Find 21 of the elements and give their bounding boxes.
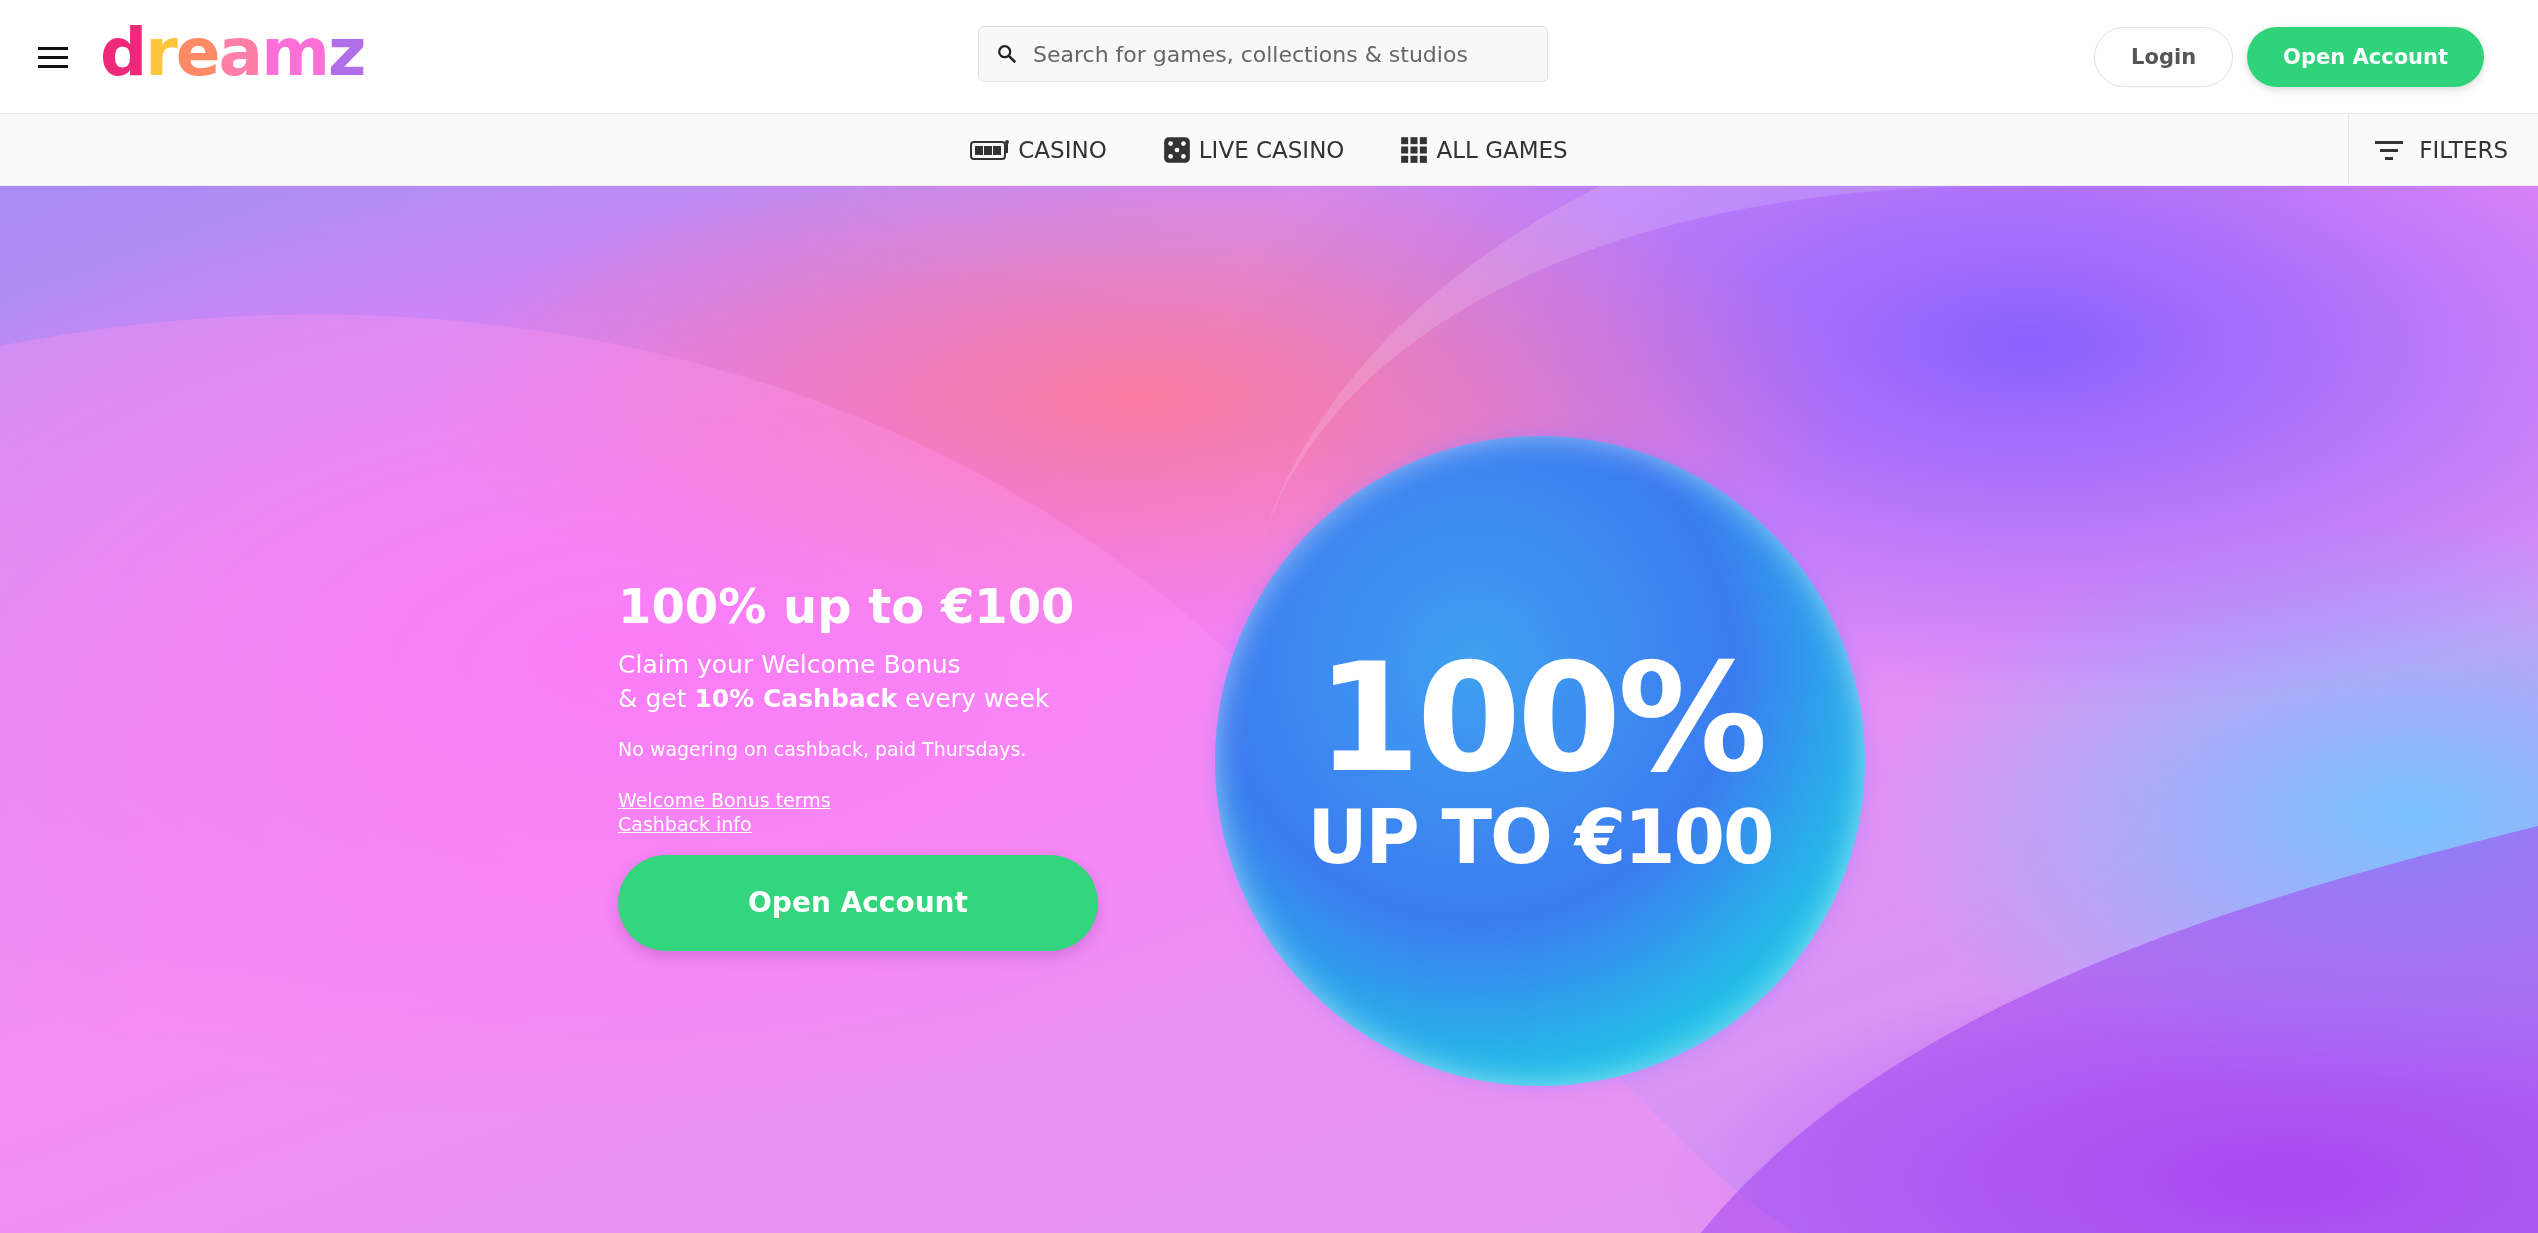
nav-tab-label: ALL GAMES xyxy=(1436,136,1568,163)
search-field[interactable]: Search for games, collections & studios xyxy=(978,26,1548,82)
nav-tab[interactable]: CASINO xyxy=(966,129,1111,170)
menu-icon[interactable] xyxy=(38,44,70,69)
hero-subtitle: & get 10% Cashback every week xyxy=(618,682,1050,715)
hero-title: 100% up to €100 xyxy=(618,578,1075,635)
logo[interactable]: dreamz xyxy=(100,19,365,86)
nav-tab[interactable]: LIVE CASINO xyxy=(1158,129,1349,170)
search-icon xyxy=(996,43,1018,65)
filters-label: FILTERS xyxy=(2419,136,2508,163)
hero-note: No wagering on cashback, paid Thursdays. xyxy=(618,737,1027,760)
nav-tab-label: LIVE CASINO xyxy=(1198,136,1345,163)
login-button[interactable]: Login xyxy=(2094,26,2234,87)
bubble-subheadline: UP TO €100 xyxy=(1307,797,1773,879)
bubble-headline: 100% xyxy=(1316,643,1764,794)
dice-icon xyxy=(1162,135,1191,164)
filters-button[interactable]: FILTERS xyxy=(2348,114,2538,185)
hero-subtitle: Claim your Welcome Bonus xyxy=(618,649,961,682)
nav-tab[interactable]: ALL GAMES xyxy=(1396,129,1572,170)
nav-tab-label: CASINO xyxy=(1018,136,1107,163)
grid-icon xyxy=(1400,135,1429,164)
